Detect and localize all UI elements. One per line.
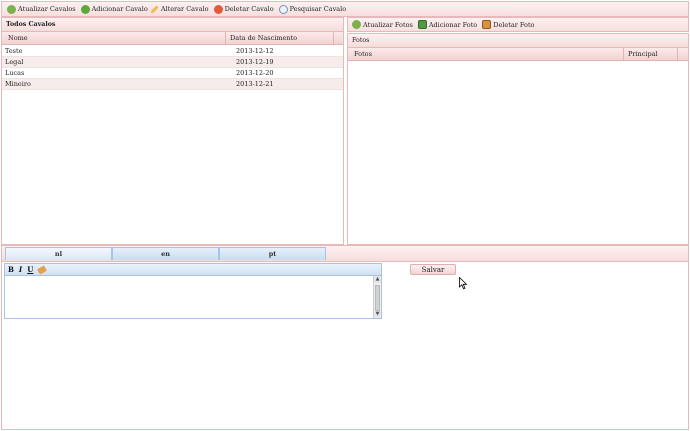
cell-name: Legal <box>5 58 24 66</box>
delete-horse-label: Deletar Cavalo <box>224 5 274 13</box>
column-header-filler <box>678 48 688 61</box>
column-header-photos[interactable]: Fotos <box>348 48 624 61</box>
horses-panel: Todos Cavalos Nome Data de Nascimento Te… <box>1 17 344 245</box>
refresh-horses-label: Atualizar Cavalos <box>18 5 76 13</box>
tab-nl[interactable]: nl <box>5 247 112 260</box>
scroll-down-icon[interactable]: ▼ <box>374 311 381 318</box>
refresh-icon <box>7 4 16 14</box>
search-icon <box>278 4 288 14</box>
delete-horse-button[interactable]: Deletar Cavalo <box>213 4 274 14</box>
table-row[interactable]: Lucas 2013-12-20 <box>2 68 343 79</box>
column-header-filler <box>334 32 343 45</box>
refresh-photos-button[interactable]: Atualizar Fotos <box>352 20 413 29</box>
description-editor[interactable]: ▲ ▼ <box>4 276 382 319</box>
cell-birthdate: 2013-12-20 <box>236 69 274 77</box>
table-row[interactable]: Teste 2013-12-12 <box>2 46 343 57</box>
refresh-photos-label: Atualizar Fotos <box>363 20 413 29</box>
column-header-main[interactable]: Principal <box>624 48 678 61</box>
add-horse-button[interactable]: Adicionar Cavalo <box>80 4 148 14</box>
underline-button[interactable]: U <box>27 265 33 274</box>
top-toolbar: Atualizar Cavalos Adicionar Cavalo Alter… <box>1 1 689 17</box>
delete-icon <box>213 4 223 14</box>
cell-name: Lucas <box>5 69 25 77</box>
save-button[interactable]: Salvar <box>410 264 456 275</box>
delete-photo-icon <box>482 20 492 29</box>
table-row[interactable]: Mineiro 2013-12-21 <box>2 79 343 90</box>
tab-en[interactable]: en <box>112 247 219 260</box>
cell-birthdate: 2013-12-21 <box>236 80 274 88</box>
table-row[interactable]: Legal 2013-12-19 <box>2 57 343 68</box>
cell-name: Teste <box>5 47 23 55</box>
photos-panel: Fotos Fotos Principal <box>347 33 689 245</box>
refresh-icon <box>352 20 361 29</box>
cell-birthdate: 2013-12-19 <box>236 58 274 66</box>
photos-toolbar: Atualizar Fotos Adicionar Foto Deletar F… <box>347 17 689 32</box>
cell-name: Mineiro <box>5 80 31 88</box>
photos-panel-title: Fotos <box>348 34 688 48</box>
column-header-name[interactable]: Nome <box>2 32 226 45</box>
delete-photo-button[interactable]: Deletar Foto <box>482 20 534 29</box>
horses-panel-title: Todos Cavalos <box>2 18 343 32</box>
italic-button[interactable]: I <box>19 265 22 274</box>
add-photo-label: Adicionar Foto <box>428 20 478 29</box>
add-icon <box>80 4 90 14</box>
pencil-icon <box>150 4 159 14</box>
editor-toolbar: B I U <box>4 263 382 276</box>
edit-horse-label: Alterar Cavalo <box>160 5 209 13</box>
search-horse-button[interactable]: Pesquisar Cavalo <box>278 4 347 14</box>
editor-scrollbar[interactable]: ▲ ▼ <box>373 276 381 318</box>
horses-grid-body: Teste 2013-12-12 Legal 2013-12-19 Lucas … <box>2 46 343 90</box>
add-photo-icon <box>417 20 427 29</box>
delete-photo-label: Deletar Foto <box>493 20 535 29</box>
scroll-up-icon[interactable]: ▲ <box>374 276 381 283</box>
eraser-icon[interactable] <box>37 264 48 275</box>
horses-grid-header: Nome Data de Nascimento <box>2 32 343 45</box>
add-photo-button[interactable]: Adicionar Foto <box>417 20 478 29</box>
column-header-birthdate[interactable]: Data de Nascimento <box>226 32 334 45</box>
cell-birthdate: 2013-12-12 <box>236 47 274 55</box>
scroll-thumb[interactable] <box>375 285 380 311</box>
edit-horse-button[interactable]: Alterar Cavalo <box>150 4 209 14</box>
bold-button[interactable]: B <box>8 265 14 274</box>
tab-pt[interactable]: pt <box>219 247 326 260</box>
photos-grid-header: Fotos Principal <box>348 48 688 61</box>
search-horse-label: Pesquisar Cavalo <box>289 5 347 13</box>
mouse-cursor-icon <box>459 277 468 290</box>
refresh-horses-button[interactable]: Atualizar Cavalos <box>7 4 76 14</box>
add-horse-label: Adicionar Cavalo <box>91 5 148 13</box>
